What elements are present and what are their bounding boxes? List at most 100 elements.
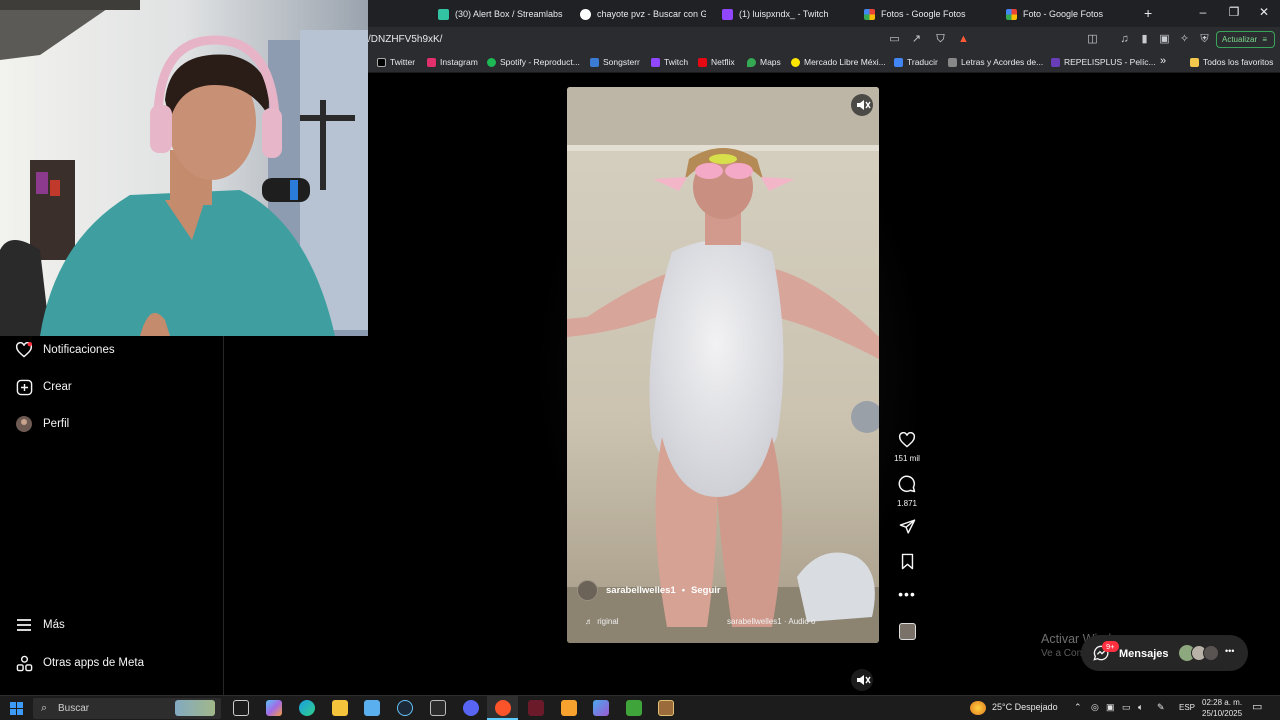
messages-button[interactable]: 9+ Mensajes ••• (1081, 635, 1248, 671)
reel-username[interactable]: sarabellwelles1 (606, 585, 676, 596)
sidebar-item-mas[interactable]: Más (15, 616, 65, 634)
tray-icon[interactable]: ▣ (1106, 702, 1115, 713)
notifications-icon[interactable]: ▭ (1252, 700, 1262, 713)
sidebar-item-notificaciones[interactable]: Notificaciones (15, 341, 115, 359)
reel-video[interactable] (567, 87, 879, 643)
volume-icon[interactable]: 🔈︎ (1138, 702, 1143, 713)
comment-button[interactable]: 1.871 (890, 475, 924, 508)
sidebar-toggle-icon[interactable]: ◫ (1086, 33, 1099, 46)
like-button[interactable]: 151 mil (890, 431, 924, 463)
menu-icon (15, 616, 33, 634)
rewards-icon[interactable]: ▲ (957, 33, 970, 46)
bookmark-twitch[interactable]: Twitch (651, 57, 688, 67)
bookmark-spotify[interactable]: Spotify - Reproduct... (487, 57, 580, 67)
more-options-button[interactable]: ••• (890, 586, 924, 604)
update-label: Actualizar (1222, 35, 1258, 44)
weather-text[interactable]: 25°C Despejado (992, 702, 1058, 712)
mute-icon[interactable] (851, 94, 873, 116)
browser-tab[interactable]: Fotos - Google Fotos (864, 3, 990, 25)
windows-start-icon[interactable] (10, 702, 23, 715)
game-launcher-icon[interactable] (658, 700, 674, 716)
network-icon[interactable]: ▭ (1122, 702, 1131, 713)
avatar[interactable] (577, 580, 598, 601)
cast-icon[interactable]: ▭ (888, 33, 901, 46)
music-icon[interactable]: ♫ (1118, 33, 1131, 46)
more-icon: ••• (898, 586, 916, 602)
minimize-icon[interactable]: – (1195, 5, 1211, 19)
guitar-icon (948, 57, 957, 67)
epic-games-icon[interactable] (430, 700, 446, 716)
clock[interactable]: 02:28 a. m. 25/10/2025 (1202, 697, 1242, 719)
bookmark-maps[interactable]: Maps (747, 57, 781, 67)
ea-app-icon[interactable] (561, 700, 577, 716)
messages-label: Mensajes (1119, 648, 1169, 660)
url-field[interactable]: /DNZHFV5h9xK/ (368, 34, 442, 45)
spotify-icon (487, 57, 496, 67)
bookmark-netflix[interactable]: Netflix (698, 57, 735, 67)
bookmark-repelisplus[interactable]: REPELISPLUS - Pelíc... (1051, 57, 1156, 67)
leo-ai-icon[interactable]: ✧ (1178, 33, 1191, 46)
browser-tab[interactable]: (1) luispxndx_ - Twitch (722, 3, 848, 25)
close-icon[interactable]: ✕ (1256, 5, 1272, 19)
bookmark-label: Maps (760, 57, 781, 67)
browser-tab[interactable]: chayote pvz - Buscar con Goog (580, 3, 706, 25)
sidebar-item-perfil[interactable]: Perfil (15, 415, 69, 433)
valorant-icon[interactable] (528, 700, 544, 716)
restore-icon[interactable]: ❐ (1226, 5, 1242, 19)
steam-icon[interactable] (397, 700, 413, 716)
tab-title: Foto - Google Fotos (1023, 9, 1104, 19)
folder-icon (1190, 57, 1199, 67)
brave-icon[interactable] (495, 700, 511, 716)
chevron-up-icon[interactable]: ⌃ (1074, 702, 1082, 713)
google-photos-icon (864, 8, 875, 20)
wallet-icon[interactable]: ▣ (1158, 33, 1171, 46)
comment-icon (898, 475, 916, 497)
pen-icon[interactable]: ✎ (1157, 702, 1165, 713)
tray-icon[interactable]: ◎ (1091, 702, 1099, 713)
mute-icon[interactable] (851, 669, 873, 691)
copilot-icon[interactable] (266, 700, 282, 716)
sidebar-item-label: Notificaciones (43, 344, 115, 356)
reel-audio[interactable]: ♬ riginal sarabellwelles1 · Audio or (585, 617, 816, 626)
update-button[interactable]: Actualizar ≡ (1216, 31, 1275, 48)
browser-tab[interactable]: (30) Alert Box / Streamlabs (438, 3, 568, 25)
task-view-icon[interactable] (233, 700, 249, 716)
bookmarks-overflow-button[interactable]: » (1160, 55, 1166, 67)
twitch-icon (651, 57, 660, 67)
bookmark-twitter[interactable]: Twitter (377, 57, 415, 67)
bookmark-label: Songsterr (603, 57, 640, 67)
audio-thumbnail[interactable] (890, 623, 924, 645)
clock-date: 25/10/2025 (1202, 709, 1243, 718)
bookmark-traducir[interactable]: Traducir (894, 57, 938, 67)
webcam-feed (0, 0, 368, 336)
sidebar-item-label: Otras apps de Meta (43, 657, 144, 669)
panel-icon[interactable]: ▮ (1138, 33, 1151, 46)
comment-count: 1.871 (896, 499, 918, 508)
audio-title: riginal (597, 617, 619, 626)
browser-tab[interactable]: Foto - Google Fotos (1006, 3, 1132, 25)
new-tab-button[interactable]: + (1144, 5, 1152, 21)
vpn-icon[interactable]: ⛨ (1198, 33, 1211, 46)
bookmark-letras[interactable]: Letras y Acordes de... (948, 57, 1043, 67)
share-icon[interactable]: ↗ (910, 33, 923, 46)
netflix-icon (698, 57, 707, 67)
shield-icon[interactable]: ⛉ (934, 33, 947, 46)
save-button[interactable] (890, 553, 924, 575)
taskbar-search[interactable]: ⌕ Buscar (33, 698, 221, 719)
all-favorites-folder[interactable]: Todos los favoritos (1190, 57, 1273, 67)
bookmark-instagram[interactable]: Instagram (427, 57, 478, 67)
minecraft-icon[interactable] (626, 700, 642, 716)
sidebar-item-otras-apps[interactable]: Otras apps de Meta (15, 654, 144, 672)
edge-icon[interactable] (299, 700, 315, 716)
bookmark-songsterr[interactable]: Songsterr (590, 57, 640, 67)
sidebar-item-crear[interactable]: Crear (15, 378, 72, 396)
store-icon[interactable] (364, 700, 380, 716)
bookmark-mercado-libre[interactable]: Mercado Libre Méxi... (791, 57, 886, 67)
file-explorer-icon[interactable] (332, 700, 348, 716)
share-button[interactable] (890, 518, 924, 540)
discord-icon[interactable] (463, 700, 479, 716)
photos-icon[interactable] (593, 700, 609, 716)
language-indicator[interactable]: ESP (1179, 703, 1195, 712)
weather-icon[interactable] (970, 701, 986, 715)
follow-button[interactable]: Seguir (691, 585, 721, 596)
